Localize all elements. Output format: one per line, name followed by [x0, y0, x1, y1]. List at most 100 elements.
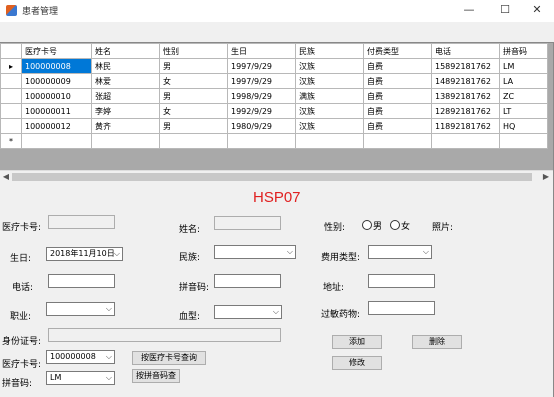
table-cell[interactable]: 自费 [363, 58, 432, 74]
chevron-down-icon[interactable]: ⌵ [287, 246, 293, 258]
table-cell[interactable] [227, 133, 296, 149]
table-row[interactable]: 100000011 李婷 女 1992/9/29 汉族 自费 128921817… [0, 103, 548, 119]
table-cell[interactable]: 1980/9/29 [227, 118, 296, 134]
table-cell[interactable]: 1992/9/29 [227, 103, 296, 119]
table-cell[interactable]: 100000011 [21, 103, 92, 119]
table-cell[interactable]: LT [499, 103, 548, 119]
table-cell[interactable] [91, 133, 160, 149]
scroll-left-icon[interactable]: ◀ [0, 171, 12, 183]
table-cell[interactable] [21, 133, 92, 149]
table-cell[interactable]: 1998/9/29 [227, 88, 296, 104]
table-cell[interactable]: 男 [159, 88, 228, 104]
table-cell[interactable]: 女 [159, 73, 228, 89]
add-button[interactable]: 添加 [332, 335, 382, 349]
blood-type-select[interactable]: ⌵ [214, 305, 282, 319]
table-row[interactable]: 100000010 张超 男 1998/9/29 满族 自费 138921817… [0, 88, 548, 104]
job-select[interactable]: ⌵ [46, 302, 115, 316]
table-cell[interactable] [431, 133, 500, 149]
table-cell[interactable]: 15892181762 [431, 58, 500, 74]
table-cell[interactable]: 黄齐 [91, 118, 160, 134]
male-radio[interactable] [362, 220, 372, 230]
patient-grid[interactable]: 医疗卡号 姓名 性别 生日 民族 付费类型 电话 拼音码 ▸ 100000008… [0, 42, 553, 183]
chevron-down-icon[interactable]: ⌵ [423, 246, 429, 258]
table-cell[interactable] [159, 133, 228, 149]
table-cell[interactable]: 汉族 [295, 73, 364, 89]
col-header-gender[interactable]: 性别 [159, 43, 228, 59]
table-cell[interactable]: LA [499, 73, 548, 89]
scroll-right-icon[interactable]: ▶ [540, 171, 552, 183]
female-radio[interactable] [390, 220, 400, 230]
horizontal-scrollbar[interactable]: ◀ ▶ [0, 170, 553, 183]
table-cell[interactable]: HQ [499, 118, 548, 134]
table-cell[interactable]: ZC [499, 88, 548, 104]
search-by-card-button[interactable]: 按医疗卡号查询 [132, 351, 206, 365]
col-header-birthday[interactable]: 生日 [227, 43, 296, 59]
table-cell[interactable]: 男 [159, 118, 228, 134]
table-cell[interactable]: 14892181762 [431, 73, 500, 89]
minimize-button[interactable]: — [452, 0, 486, 22]
table-cell[interactable] [499, 133, 548, 149]
chevron-down-icon[interactable]: ⌵ [273, 306, 279, 318]
chevron-down-icon[interactable]: ⌵ [106, 372, 112, 384]
col-header-card[interactable]: 医疗卡号 [21, 43, 92, 59]
phone-field[interactable] [48, 274, 115, 288]
address-field[interactable] [368, 274, 435, 288]
edit-button[interactable]: 修改 [332, 356, 382, 370]
pinyin-field[interactable] [214, 274, 281, 288]
table-cell[interactable]: 李婷 [91, 103, 160, 119]
maximize-button[interactable]: ☐ [488, 0, 522, 22]
new-row-marker[interactable]: * [0, 133, 22, 149]
table-row[interactable]: ▸ 100000008 林民 男 1997/9/29 汉族 自费 1589218… [0, 58, 548, 74]
table-cell[interactable]: 自费 [363, 103, 432, 119]
table-row[interactable]: 100000009 林爱 女 1997/9/29 汉族 自费 148921817… [0, 73, 548, 89]
chevron-down-icon[interactable]: ⌵ [114, 248, 120, 260]
allergy-field[interactable] [368, 301, 435, 315]
table-cell[interactable]: 女 [159, 103, 228, 119]
row-header[interactable] [0, 73, 22, 89]
chevron-down-icon[interactable]: ⌵ [106, 351, 112, 363]
table-cell[interactable]: 100000009 [21, 73, 92, 89]
new-row[interactable]: * [0, 133, 548, 149]
current-row-marker[interactable]: ▸ [0, 58, 22, 74]
table-cell[interactable]: 汉族 [295, 103, 364, 119]
row-header[interactable] [0, 118, 22, 134]
search-card-select[interactable]: 100000008 ⌵ [46, 350, 115, 364]
col-header-pinyin[interactable]: 拼音码 [499, 43, 548, 59]
row-header[interactable] [0, 103, 22, 119]
search-by-pinyin-button[interactable]: 按拼音码查 [132, 369, 180, 383]
table-cell[interactable]: 男 [159, 58, 228, 74]
delete-button[interactable]: 删除 [412, 335, 462, 349]
col-header-phone[interactable]: 电话 [431, 43, 500, 59]
table-cell[interactable]: 11892181762 [431, 118, 500, 134]
table-cell[interactable]: 自费 [363, 73, 432, 89]
table-cell[interactable] [363, 133, 432, 149]
col-header-fee[interactable]: 付费类型 [363, 43, 432, 59]
table-cell[interactable]: 100000012 [21, 118, 92, 134]
table-cell[interactable]: 100000010 [21, 88, 92, 104]
table-row[interactable]: 100000012 黄齐 男 1980/9/29 汉族 自费 118921817… [0, 118, 548, 134]
table-cell[interactable]: 满族 [295, 88, 364, 104]
table-cell[interactable]: 100000008 [21, 58, 92, 74]
table-cell[interactable]: 1997/9/29 [227, 58, 296, 74]
ethnic-select[interactable]: ⌵ [214, 245, 296, 259]
name-field[interactable] [214, 216, 281, 230]
id-number-field[interactable] [48, 328, 281, 342]
scrollbar-thumb[interactable] [12, 173, 532, 181]
table-cell[interactable]: 汉族 [295, 58, 364, 74]
card-number-field[interactable] [48, 215, 115, 229]
birthday-picker[interactable]: 2018年11月10日 ⌵ [46, 247, 123, 261]
col-header-ethnic[interactable]: 民族 [295, 43, 364, 59]
table-cell[interactable]: 汉族 [295, 118, 364, 134]
table-cell[interactable]: 自费 [363, 88, 432, 104]
chevron-down-icon[interactable]: ⌵ [106, 303, 112, 315]
table-cell[interactable]: 12892181762 [431, 103, 500, 119]
close-button[interactable]: ✕ [520, 0, 554, 22]
table-cell[interactable]: 1997/9/29 [227, 73, 296, 89]
search-pinyin-select[interactable]: LM ⌵ [46, 371, 115, 385]
table-cell[interactable]: 13892181762 [431, 88, 500, 104]
table-cell[interactable]: 林民 [91, 58, 160, 74]
row-header[interactable] [0, 88, 22, 104]
table-cell[interactable]: 林爱 [91, 73, 160, 89]
table-cell[interactable]: 张超 [91, 88, 160, 104]
fee-type-select[interactable]: ⌵ [368, 245, 432, 259]
